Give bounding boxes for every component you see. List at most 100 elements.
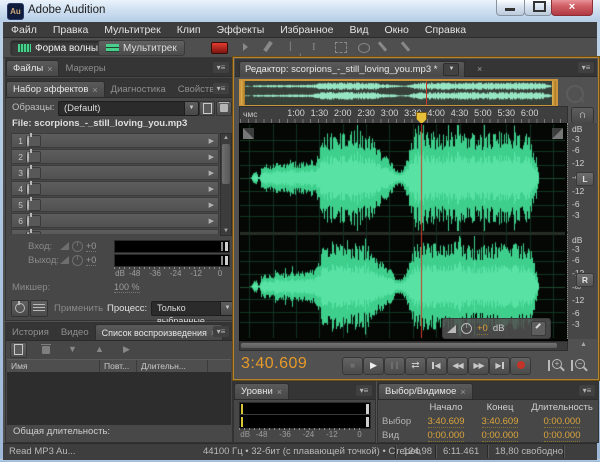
panel-menu-icon[interactable]: ▾≡ [578, 62, 594, 73]
tab-selection-view[interactable]: Выбор/Видимое × [378, 383, 473, 399]
slot-power-icon[interactable] [26, 215, 41, 227]
menu-clip[interactable]: Клип [169, 24, 209, 36]
column-name[interactable]: Имя [7, 360, 100, 372]
record-button[interactable] [510, 357, 531, 375]
tab-files[interactable]: Файлы × [6, 60, 59, 76]
delete-preset-button[interactable] [216, 101, 232, 116]
effect-slot[interactable]: 4▶ [11, 181, 219, 196]
zoom-navigator-icon[interactable] [566, 85, 584, 103]
effect-slot[interactable]: 5▶ [11, 197, 219, 212]
scrollbar-thumb[interactable] [222, 144, 230, 184]
column-repeat[interactable]: Повт... [100, 360, 137, 372]
zoom-in-button[interactable]: + [548, 359, 566, 373]
lasso-tool-icon[interactable] [358, 41, 370, 53]
menu-favorites[interactable]: Избранное [272, 24, 341, 36]
slot-arrow-icon[interactable]: ▶ [209, 201, 214, 209]
tab-markers[interactable]: Маркеры [59, 61, 111, 76]
panel-menu-icon[interactable]: ▾≡ [213, 83, 229, 94]
main-waveform[interactable] [240, 124, 565, 338]
apply-button[interactable]: Применить [54, 303, 103, 314]
right-channel-button[interactable]: R [576, 273, 594, 287]
slot-power-icon[interactable] [26, 199, 41, 211]
tab-close-icon[interactable]: × [277, 387, 282, 397]
go-to-end-button[interactable]: ▶ [489, 357, 510, 375]
play-button[interactable]: ▶ [363, 357, 384, 375]
selection-end-value[interactable]: 3:40.609 [474, 416, 526, 427]
tab-video[interactable]: Видео [55, 325, 95, 340]
left-channel-button[interactable]: L [576, 172, 594, 186]
tab-close-icon[interactable]: × [47, 64, 52, 74]
column-duration[interactable]: Длительн... [137, 360, 208, 372]
slip-tool-icon[interactable]: |↔| [289, 41, 301, 53]
move-up-button[interactable]: ▲ [91, 342, 108, 358]
zoom-out-button[interactable]: − [571, 359, 589, 373]
brush-tool-icon[interactable] [381, 41, 393, 53]
tab-close-icon[interactable]: × [92, 85, 97, 95]
menu-edit[interactable]: Правка [45, 24, 96, 36]
output-knob-icon[interactable] [72, 255, 83, 266]
effect-slot[interactable]: 2▶ [11, 149, 219, 164]
panel-menu-icon[interactable]: ▾≡ [213, 62, 229, 73]
time-ruler[interactable]: чмс 1:001:302:002:303:003:304:004:305:00… [239, 106, 568, 124]
loop-button[interactable]: ⇄ [405, 357, 426, 375]
effect-slot[interactable]: 7▶ [11, 229, 219, 234]
selection-duration-value[interactable]: 0:00.000 [526, 416, 598, 427]
panel-menu-icon[interactable]: ▾≡ [356, 385, 372, 396]
menu-multitrack[interactable]: Мультитрек [96, 24, 168, 36]
effect-slot[interactable]: 1▶ [11, 133, 219, 148]
stop-button[interactable]: ■ [342, 357, 363, 375]
fade-in-handle-icon[interactable] [243, 128, 254, 139]
rack-power-button[interactable] [11, 300, 29, 317]
dropdown-arrow-icon[interactable]: ▼ [443, 63, 459, 76]
title-bar[interactable]: Au Adobe Audition × [0, 0, 600, 23]
rewind-button[interactable]: ◀◀ [447, 357, 468, 375]
mixer-value[interactable]: 100 % [114, 282, 140, 293]
close-button[interactable]: × [551, 0, 593, 16]
slot-arrow-icon[interactable]: ▶ [209, 169, 214, 177]
tab-history[interactable]: История [6, 325, 55, 340]
forward-button[interactable]: ▶▶ [468, 357, 489, 375]
input-knob-icon[interactable] [72, 241, 83, 252]
menu-view[interactable]: Вид [341, 24, 376, 36]
input-gain-value[interactable]: +0 [86, 241, 96, 252]
output-gain-value[interactable]: +0 [86, 255, 96, 266]
minimize-button[interactable] [496, 0, 525, 16]
volume-hud[interactable]: +0 dB [442, 318, 551, 339]
omega-icon[interactable]: ∩ [571, 107, 594, 124]
slot-arrow-icon[interactable]: ▶ [209, 233, 214, 235]
scroll-corner-icon[interactable]: ▲ [580, 341, 587, 348]
go-to-start-button[interactable]: ◀ [426, 357, 447, 375]
healing-brush-tool-icon[interactable] [404, 41, 416, 53]
fade-out-handle-icon[interactable] [552, 128, 563, 139]
pause-button[interactable] [384, 357, 405, 375]
playlist-body[interactable] [7, 372, 231, 428]
pin-icon[interactable] [531, 321, 546, 336]
new-playlist-button[interactable] [10, 342, 27, 358]
effect-slot[interactable]: 3▶ [11, 165, 219, 180]
menu-file[interactable]: Файл [3, 24, 45, 36]
play-playlist-button[interactable]: ▶ [118, 342, 135, 358]
panel-menu-icon[interactable]: ▾≡ [213, 326, 229, 337]
maximize-button[interactable] [524, 0, 552, 16]
overview-strip[interactable] [239, 79, 558, 107]
tab-playlist[interactable]: Список воспроизведения × [95, 324, 224, 340]
hud-gain-value[interactable]: +0 [477, 323, 488, 335]
view-start-value[interactable]: 0:00.000 [418, 430, 474, 441]
menu-help[interactable]: Справка [417, 24, 474, 36]
move-down-button[interactable]: ▼ [64, 342, 81, 358]
tab-effects-rack[interactable]: Набор эффектов × [6, 81, 105, 97]
tab-levels[interactable]: Уровни × [234, 383, 289, 399]
time-selection-tool-icon[interactable]: I [312, 41, 324, 53]
rack-list-button[interactable] [30, 300, 48, 317]
overview-right-handle[interactable] [552, 81, 556, 105]
time-display[interactable]: 3:40.609 [241, 355, 307, 373]
tab-editor[interactable]: Редактор: scorpions_-_still_loving_you.m… [239, 61, 465, 77]
menu-effects[interactable]: Эффекты [209, 24, 273, 36]
tab-close-icon[interactable]: × [460, 387, 465, 397]
multitrack-mode-button[interactable]: Мультитрек [98, 40, 185, 56]
scroll-down-icon[interactable]: ▼ [221, 228, 231, 234]
process-dropdown[interactable]: Только выбранные ▼ [151, 301, 235, 316]
waveform-display[interactable]: +0 dB [239, 123, 568, 341]
save-preset-button[interactable] [199, 101, 215, 116]
delete-playlist-button[interactable] [37, 342, 54, 358]
